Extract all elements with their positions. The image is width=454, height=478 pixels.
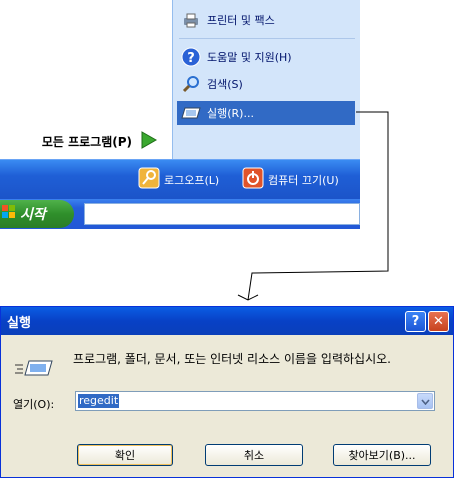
ok-button[interactable]: 확인 [77,444,173,466]
connector-line [237,111,389,301]
dialog-title: 실행 [7,315,31,331]
browse-label: 찾아보기(B)... [348,449,416,462]
cancel-label: 취소 [243,449,265,462]
open-input-value: regedit [78,394,120,408]
ok-label: 확인 [114,449,136,462]
open-label: 열기(O): [13,398,55,411]
chevron-down-icon [420,394,430,408]
browse-button[interactable]: 찾아보기(B)... [333,444,431,466]
cancel-button[interactable]: 취소 [205,444,303,466]
help-glyph: ? [411,314,420,329]
description-text: 프로그램, 폴더, 문서, 또는 인터넷 리소스 이름을 입력하십시오. [73,352,391,366]
help-button[interactable]: ? [405,311,426,332]
close-icon: ✕ [433,314,444,329]
title-bar: 실행 [1,307,453,335]
open-input[interactable]: regedit [75,391,435,411]
dropdown-button[interactable] [417,393,433,409]
run-dialog-icon [15,359,53,380]
run-dialog: 실행 ? ✕ 프로그램, 폴더, 문서, 또는 인터넷 리소스 이름을 입력하십… [0,306,454,478]
close-button[interactable]: ✕ [428,311,449,332]
